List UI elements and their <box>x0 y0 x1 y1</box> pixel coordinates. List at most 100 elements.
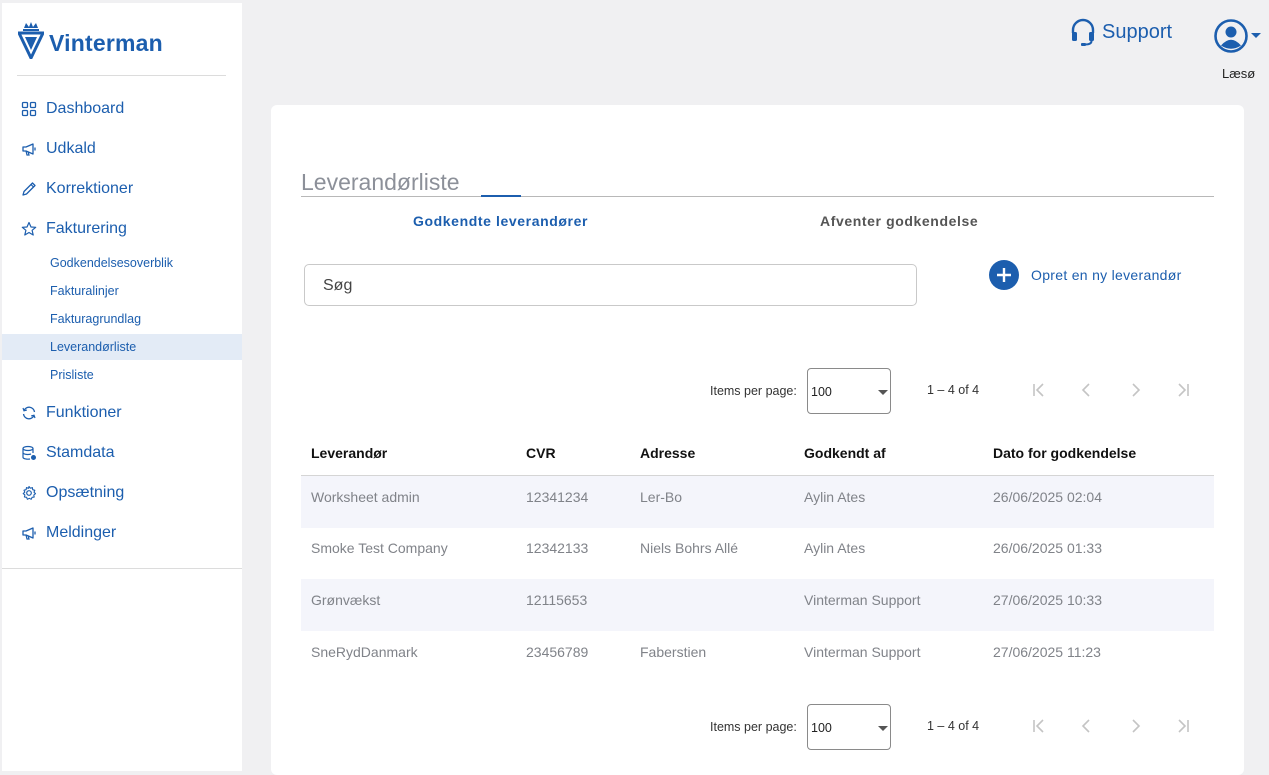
cell-approval-date: 26/06/2025 01:33 <box>993 540 1102 556</box>
search-field[interactable] <box>304 264 917 306</box>
sidebar-item-meldinger[interactable]: Meldinger <box>2 517 242 549</box>
next-page-icon[interactable] <box>1125 380 1145 400</box>
cell-approval-date: 27/06/2025 10:33 <box>993 592 1102 608</box>
brand-logo[interactable]: Vinterman <box>18 21 163 59</box>
cell-approved-by: Aylin Ates <box>804 489 866 505</box>
sidebar-item-stamdata[interactable]: Stamdata <box>2 437 242 469</box>
sidebar-subitem-prisliste[interactable]: Prisliste <box>2 362 242 388</box>
sidebar-item-label: Korrektioner <box>46 180 134 197</box>
paginator-range: 1 – 4 of 4 <box>927 383 980 397</box>
sidebar-subitem-leverandorliste[interactable]: Leverandørliste <box>2 334 242 360</box>
cell-supplier: Smoke Test Company <box>311 540 448 556</box>
user-menu-button[interactable] <box>1213 18 1261 54</box>
cell-approved-by: Vinterman Support <box>804 644 921 660</box>
user-avatar-icon <box>1214 19 1248 53</box>
paginator-bottom: Items per page: 100 1 – 4 of 4 <box>701 704 1221 750</box>
sidebar-item-funktioner[interactable]: Funktioner <box>2 397 242 429</box>
first-page-icon[interactable] <box>1029 380 1049 400</box>
last-page-icon[interactable] <box>1173 716 1193 736</box>
cell-approved-by: Vinterman Support <box>804 592 921 608</box>
cell-supplier: Worksheet admin <box>311 489 420 505</box>
column-header[interactable]: Dato for godkendelse <box>993 445 1136 461</box>
paginator-range: 1 – 4 of 4 <box>927 719 980 733</box>
sidebar-subitem-fakturagrundlag[interactable]: Fakturagrundlag <box>2 306 242 332</box>
support-button[interactable]: Support <box>1070 18 1172 46</box>
sidebar-item-fakturering[interactable]: Fakturering <box>2 213 242 245</box>
cell-cvr: 12342133 <box>526 540 589 556</box>
cell-approval-date: 27/06/2025 11:23 <box>993 644 1101 660</box>
cell-approval-date: 26/06/2025 02:04 <box>993 489 1102 505</box>
items-per-page-label: Items per page: <box>710 384 797 398</box>
brand-name: Vinterman <box>49 29 163 56</box>
sidebar-item-label: Udkald <box>46 140 96 157</box>
table-header: Leverandør CVR Adresse Godkendt af Dato … <box>301 442 1214 476</box>
divider <box>17 75 226 76</box>
sidebar-item-udkald[interactable]: Udkald <box>2 133 242 165</box>
page-size-select[interactable]: 100 <box>807 704 891 750</box>
sidebar-subitem-fakturalinjer[interactable]: Fakturalinjer <box>2 278 242 304</box>
gear-icon <box>22 485 37 500</box>
add-circle-icon <box>989 260 1019 290</box>
search-input[interactable] <box>321 276 885 296</box>
table-row[interactable]: Smoke Test Company 12342133 Niels Bohrs … <box>301 527 1214 579</box>
sidebar: Vinterman Dashboard Udkald Korrektioner … <box>2 3 242 771</box>
sidebar-item-label: Meldinger <box>46 524 117 541</box>
grid-icon <box>21 101 37 117</box>
table-row[interactable]: Worksheet admin 12341234 Ler-Bo Aylin At… <box>301 476 1214 528</box>
sidebar-subitem-label: Leverandørliste <box>50 340 137 354</box>
sidebar-item-korrektioner[interactable]: Korrektioner <box>2 173 242 205</box>
sync-icon <box>22 406 36 420</box>
sidebar-subitem-godkendelsesoverblik[interactable]: Godkendelsesoverblik <box>2 250 242 276</box>
table-row[interactable]: Grønvækst 12115653 Vinterman Support 27/… <box>301 579 1214 631</box>
tab-afventer-godkendelse[interactable]: Afventer godkendelse <box>820 213 978 229</box>
sidebar-subitem-label: Fakturalinjer <box>50 284 119 298</box>
page-size-value: 100 <box>811 721 832 735</box>
divider <box>2 568 242 569</box>
sidebar-item-label: Funktioner <box>46 404 122 421</box>
create-supplier-button[interactable]: Opret en ny leverandør <box>989 260 1182 290</box>
sidebar-subitem-label: Prisliste <box>50 368 94 382</box>
column-header[interactable]: Leverandør <box>311 445 387 461</box>
next-page-icon[interactable] <box>1125 716 1145 736</box>
cell-address: Faberstien <box>640 644 707 660</box>
title-underline <box>301 196 1214 197</box>
page-size-value: 100 <box>811 385 832 399</box>
column-header[interactable]: Adresse <box>640 445 695 461</box>
sidebar-item-label: Opsætning <box>46 484 125 501</box>
page-title: Leverandørliste <box>301 169 460 195</box>
page-size-select[interactable]: 100 <box>807 368 891 414</box>
cell-approved-by: Aylin Ates <box>804 540 866 556</box>
headset-icon <box>1071 18 1095 46</box>
star-icon <box>21 221 37 236</box>
cell-address: Ler-Bo <box>640 489 683 505</box>
caret-down-icon <box>1251 33 1261 38</box>
support-label: Support <box>1102 20 1173 43</box>
cell-address: Niels Bohrs Allé <box>640 540 739 556</box>
previous-page-icon[interactable] <box>1077 380 1097 400</box>
crown-v-logo-icon <box>18 22 44 59</box>
cell-cvr: 23456789 <box>526 644 589 660</box>
sidebar-subitem-label: Fakturagrundlag <box>50 312 142 326</box>
column-header[interactable]: Godkendt af <box>804 445 886 461</box>
main-card: Leverandørliste Godkendte leverandører A… <box>271 105 1244 775</box>
megaphone-icon <box>22 527 36 540</box>
column-header[interactable]: CVR <box>526 445 556 461</box>
sidebar-subitem-label: Godkendelsesoverblik <box>50 256 173 270</box>
items-per-page-label: Items per page: <box>710 720 797 734</box>
last-page-icon[interactable] <box>1173 380 1193 400</box>
cell-supplier: Grønvækst <box>311 592 381 608</box>
database-icon <box>22 445 36 460</box>
first-page-icon[interactable] <box>1029 716 1049 736</box>
paginator-top: Items per page: 100 1 – 4 of 4 <box>701 368 1221 414</box>
sidebar-item-opsaetning[interactable]: Opsætning <box>2 477 242 509</box>
sidebar-item-label: Stamdata <box>46 444 115 461</box>
sidebar-item-label: Fakturering <box>46 220 127 237</box>
caret-down-icon <box>878 726 888 731</box>
cell-supplier: SneRydDanmark <box>311 644 418 660</box>
create-supplier-label: Opret en ny leverandør <box>1031 267 1182 283</box>
table-row[interactable]: SneRydDanmark 23456789 Faberstien Vinter… <box>301 631 1214 683</box>
previous-page-icon[interactable] <box>1077 716 1097 736</box>
tab-godkendte-leverandorer[interactable]: Godkendte leverandører <box>413 213 588 229</box>
sidebar-item-dashboard[interactable]: Dashboard <box>2 93 242 125</box>
user-name: Læsø <box>1222 66 1256 81</box>
